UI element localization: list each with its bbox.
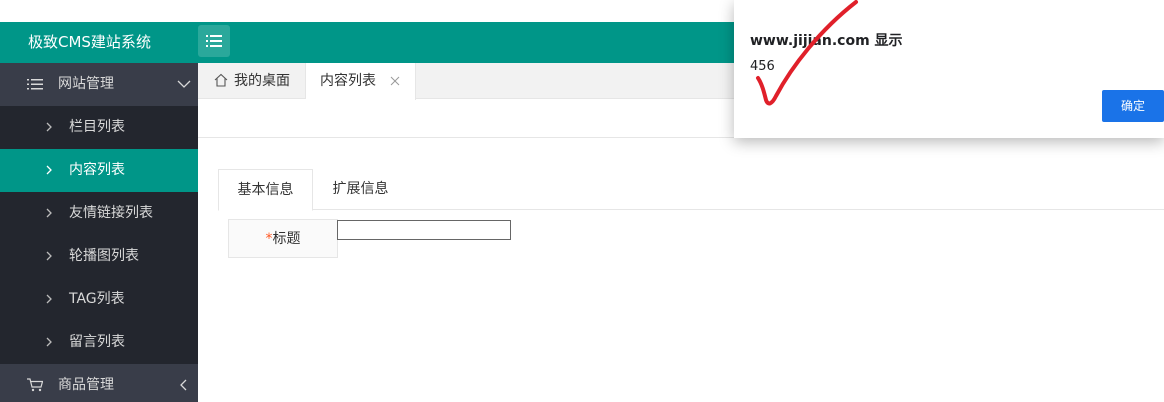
- chevron-right-icon: [46, 208, 52, 218]
- title-label-text: 标题: [272, 231, 301, 247]
- form-tab-bar: 基本信息 扩展信息: [218, 169, 1164, 211]
- sidebar-item-message-list[interactable]: 留言列表: [0, 321, 198, 364]
- tab-my-desktop[interactable]: 我的桌面: [198, 63, 306, 99]
- tab-label: 我的桌面: [234, 73, 290, 89]
- sidebar-group-site-management[interactable]: 网站管理: [0, 63, 198, 106]
- list-icon: [27, 79, 43, 90]
- required-mark: *: [265, 231, 273, 247]
- sidebar-item-friend-links[interactable]: 友情链接列表: [0, 192, 198, 235]
- chevron-left-icon: [180, 379, 187, 391]
- chevron-right-icon: [46, 251, 52, 261]
- ok-button[interactable]: 确定: [1102, 90, 1164, 122]
- checkmark-annotation-icon: [756, 0, 858, 106]
- chevron-right-icon: [46, 122, 52, 132]
- app-title: 极致CMS建站系统: [28, 33, 151, 51]
- sidebar-group-label: 商品管理: [58, 377, 114, 393]
- title-input[interactable]: [337, 220, 511, 240]
- tab-basic-info[interactable]: 基本信息: [218, 169, 313, 211]
- sidebar-item-label: 栏目列表: [69, 119, 125, 135]
- shopping-cart-icon: [27, 378, 43, 392]
- close-icon[interactable]: [390, 76, 400, 86]
- sidebar-item-label: 友情链接列表: [69, 205, 153, 221]
- sidebar-item-tag-list[interactable]: TAG列表: [0, 278, 198, 321]
- tab-extended-info[interactable]: 扩展信息: [313, 169, 408, 210]
- sidebar-group-product-management[interactable]: 商品管理: [0, 364, 198, 402]
- sidebar-item-label: 内容列表: [69, 162, 125, 178]
- sidebar-item-content-list[interactable]: 内容列表: [0, 149, 198, 192]
- chevron-right-icon: [46, 165, 52, 175]
- title-field-label: *标题: [228, 219, 338, 258]
- sidebar-item-carousel-list[interactable]: 轮播图列表: [0, 235, 198, 278]
- chevron-down-icon: [177, 80, 191, 88]
- sidebar-group-label: 网站管理: [58, 76, 114, 92]
- chevron-right-icon: [46, 337, 52, 347]
- tab-content-list[interactable]: 内容列表: [306, 63, 416, 100]
- sidebar-item-label: 留言列表: [69, 334, 125, 350]
- chevron-right-icon: [46, 294, 52, 304]
- menu-toggle-button[interactable]: [198, 25, 230, 57]
- tab-label: 内容列表: [320, 73, 376, 89]
- sidebar-item-label: 轮播图列表: [69, 248, 139, 264]
- home-icon: [214, 73, 228, 87]
- sidebar-item-category-list[interactable]: 栏目列表: [0, 106, 198, 149]
- sidebar: 网站管理 栏目列表 内容列表 友情链接列表 轮播图列表 TAG列表 留言列表 商…: [0, 63, 198, 402]
- sidebar-item-label: TAG列表: [69, 291, 125, 307]
